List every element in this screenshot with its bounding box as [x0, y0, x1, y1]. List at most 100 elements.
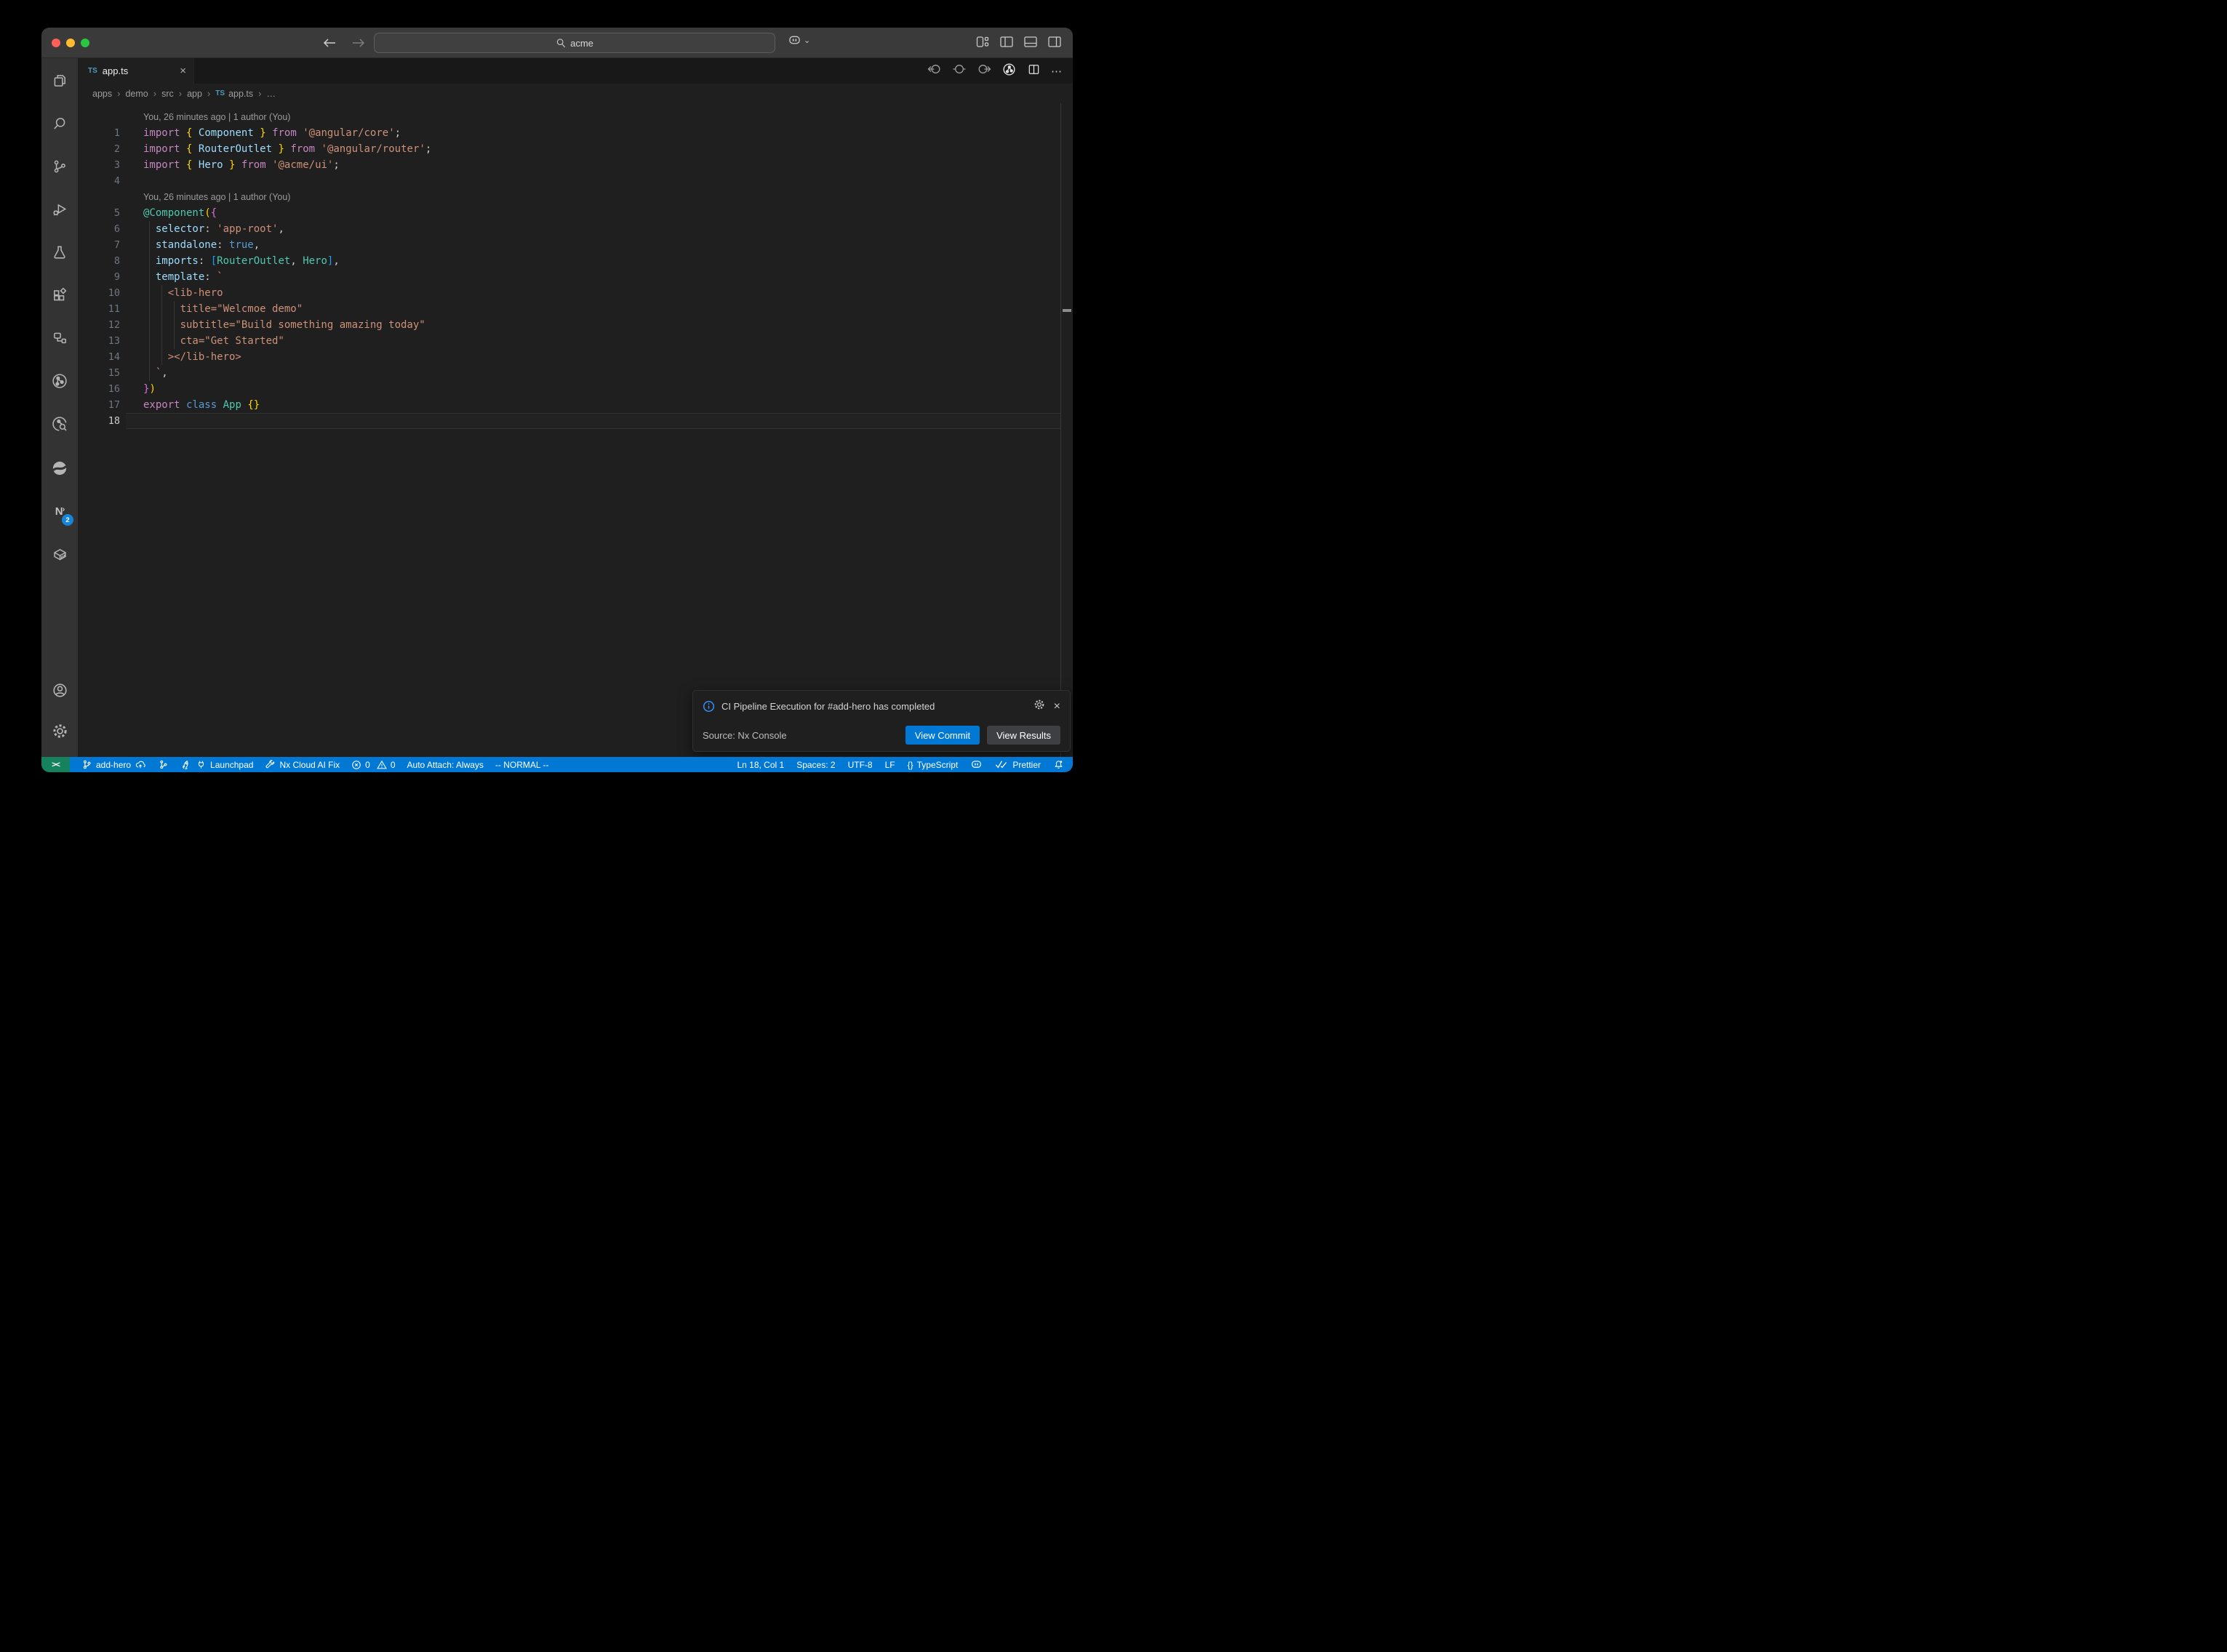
- remote-indicator[interactable]: ><: [41, 757, 70, 772]
- activity-extensions[interactable]: [47, 282, 73, 308]
- activity-nx-console[interactable]: N› 2: [47, 498, 73, 524]
- code-rows: You, 26 minutes ago | 1 author (You)1imp…: [78, 109, 1073, 429]
- circle-arrow-right-icon: [977, 62, 991, 76]
- toggle-secondary-sidebar-button[interactable]: [1048, 36, 1061, 47]
- close-tab-icon[interactable]: ×: [180, 65, 186, 76]
- copilot-menu[interactable]: ⌄: [788, 34, 810, 47]
- vim-mode-indicator[interactable]: -- NORMAL --: [495, 760, 549, 770]
- current-line-highlight: [126, 413, 1060, 429]
- breadcrumb-item[interactable]: src: [161, 89, 174, 99]
- overview-ruler[interactable]: [1060, 103, 1073, 757]
- circle-arrow-left-icon: [927, 62, 942, 76]
- view-results-button[interactable]: View Results: [987, 726, 1060, 745]
- command-center-search[interactable]: acme: [374, 33, 775, 53]
- search-icon: [52, 116, 68, 132]
- wrench-icon: [265, 759, 276, 770]
- line-number: 18: [78, 413, 120, 429]
- activity-run-debug[interactable]: [47, 196, 73, 222]
- nav-forward-action[interactable]: [977, 62, 991, 80]
- beaker-icon: [52, 244, 68, 260]
- line-number: 16: [78, 381, 120, 397]
- indentation-item[interactable]: Spaces: 2: [796, 760, 835, 770]
- activity-settings[interactable]: [47, 718, 73, 744]
- indent-guide: [174, 301, 175, 349]
- activity-search[interactable]: [47, 111, 73, 137]
- more-actions-button[interactable]: ⋯: [1051, 65, 1063, 78]
- nx-graph-action[interactable]: [1001, 62, 1017, 81]
- activity-testing[interactable]: [47, 239, 73, 265]
- breadcrumb: apps › demo › src › app › TSapp.ts › …: [78, 84, 1073, 103]
- code-line: 9 template: `: [78, 269, 1073, 285]
- notifications-bell-item[interactable]: [1053, 759, 1064, 770]
- git-branch-item[interactable]: add-hero: [81, 759, 146, 770]
- panel-left-icon: [1000, 36, 1013, 47]
- code-line: 17export class App {}: [78, 397, 1073, 413]
- auto-attach-item[interactable]: Auto Attach: Always: [407, 760, 484, 770]
- source-control-icon: [52, 159, 68, 175]
- graph-search-icon: [51, 415, 68, 433]
- window-controls: [52, 39, 89, 47]
- encoding-item[interactable]: UTF-8: [848, 760, 873, 770]
- problems-item[interactable]: 0 0: [351, 760, 395, 770]
- nx-badge: 2: [62, 514, 73, 526]
- line-number: 6: [78, 221, 120, 237]
- breadcrumb-file[interactable]: TSapp.ts: [215, 89, 253, 99]
- cursor-position-item[interactable]: Ln 18, Col 1: [737, 760, 784, 770]
- git-branch-icon: [81, 759, 92, 770]
- line-number: 12: [78, 317, 120, 333]
- line-number: 2: [78, 141, 120, 157]
- toggle-primary-sidebar-button[interactable]: [1000, 36, 1013, 47]
- cloud-upload-icon: [135, 759, 146, 770]
- nav-back-action[interactable]: [927, 62, 942, 80]
- zoom-window-button[interactable]: [81, 39, 89, 47]
- launchpad-item[interactable]: Launchpad: [180, 759, 253, 771]
- activity-nx-graph-search[interactable]: [47, 411, 73, 437]
- breadcrumb-item[interactable]: apps: [92, 89, 112, 99]
- activity-account[interactable]: [47, 677, 73, 703]
- files-icon: [52, 73, 68, 89]
- close-window-button[interactable]: [52, 39, 60, 47]
- code-line: 2import { RouterOutlet } from '@angular/…: [78, 141, 1073, 157]
- toggle-panel-button[interactable]: [1024, 36, 1037, 47]
- activity-explorer[interactable]: [47, 68, 73, 94]
- gear-icon: [52, 723, 68, 739]
- container-icon: [52, 546, 68, 563]
- code-line: 6 selector: 'app-root',: [78, 221, 1073, 237]
- line-number: 13: [78, 333, 120, 349]
- breadcrumb-item[interactable]: app: [187, 89, 202, 99]
- history-forward-button[interactable]: [350, 34, 367, 52]
- view-commit-button[interactable]: View Commit: [905, 726, 980, 745]
- activity-source-control[interactable]: [47, 153, 73, 180]
- activity-nx-project-graph[interactable]: [47, 368, 73, 394]
- chevron-down-icon: ⌄: [804, 36, 810, 45]
- extensions-icon: [52, 287, 68, 303]
- circle-dash-action[interactable]: [952, 62, 967, 80]
- chevron-right-icon: ›: [179, 88, 182, 99]
- account-icon: [52, 682, 68, 699]
- git-graph-icon: [158, 759, 169, 770]
- nx-cloud-ai-fix-item[interactable]: Nx Cloud AI Fix: [265, 759, 340, 770]
- notification-settings-button[interactable]: [1033, 699, 1045, 714]
- circle-dash-icon: [952, 62, 967, 76]
- tab-app-ts[interactable]: TS app.ts ×: [78, 58, 194, 84]
- breadcrumb-item[interactable]: demo: [125, 89, 148, 99]
- git-graph-item[interactable]: [158, 759, 169, 770]
- activity-project-structure[interactable]: [47, 325, 73, 351]
- activity-containers[interactable]: [47, 541, 73, 567]
- customize-layout-button[interactable]: [976, 36, 989, 47]
- activity-swirl-extension[interactable]: [47, 455, 73, 481]
- split-editor-action[interactable]: [1027, 63, 1041, 80]
- typescript-file-icon: TS: [215, 89, 225, 97]
- breadcrumb-symbol-more[interactable]: …: [266, 89, 276, 99]
- flowchart-icon: [52, 330, 68, 346]
- titlebar: acme ⌄: [41, 28, 1073, 58]
- language-mode-item[interactable]: {}TypeScript: [908, 760, 959, 770]
- prettier-item[interactable]: Prettier: [995, 760, 1041, 770]
- history-back-button[interactable]: [321, 34, 338, 52]
- minimize-window-button[interactable]: [66, 39, 75, 47]
- notification-close-button[interactable]: ×: [1054, 701, 1060, 713]
- arrow-left-icon: [323, 38, 336, 48]
- code-editor[interactable]: You, 26 minutes ago | 1 author (You)1imp…: [78, 103, 1073, 757]
- eol-item[interactable]: LF: [885, 760, 895, 770]
- copilot-status-item[interactable]: [970, 759, 983, 770]
